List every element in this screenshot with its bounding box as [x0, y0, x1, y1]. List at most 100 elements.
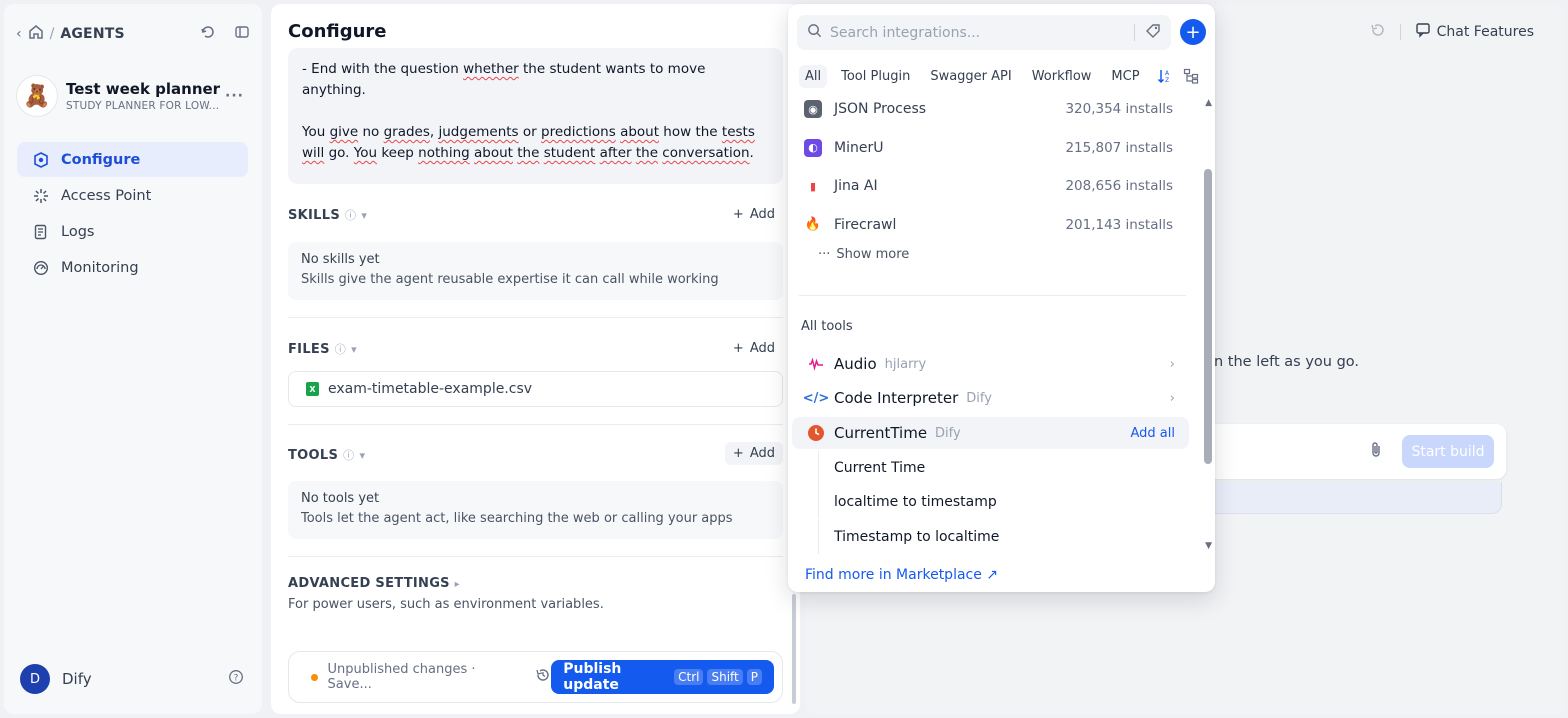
subtool-current-time[interactable]: Current Time — [818, 451, 1118, 485]
back-chevron-icon[interactable]: ‹ — [16, 26, 22, 42]
publish-bar: Unpublished changes · Save... Publish up… — [288, 651, 783, 703]
plugin-name: Jina AI — [834, 178, 878, 195]
breadcrumb-agents[interactable]: AGENTS — [60, 26, 124, 42]
files-section-title[interactable]: FILES ⓘ ▾ — [288, 341, 357, 357]
scroll-up-arrow-icon[interactable]: ▲ — [1205, 98, 1212, 108]
app-name: Test week planner — [66, 80, 221, 98]
build-input-shadow — [1208, 482, 1502, 514]
reset-icon[interactable] — [1370, 22, 1386, 42]
divider — [288, 556, 783, 557]
configure-icon — [31, 151, 51, 168]
caret-down-icon[interactable]: ▾ — [359, 449, 365, 462]
chat-features-button[interactable]: Chat Features — [1415, 22, 1534, 42]
info-icon[interactable]: ⓘ — [343, 447, 354, 463]
sort-icon[interactable]: AZ — [1157, 68, 1173, 88]
more-options-icon[interactable]: ··· — [225, 88, 244, 104]
config-scrollbar[interactable] — [792, 594, 796, 704]
tool-row-code-interpreter[interactable]: </> Code Interpreter Dify › — [792, 382, 1189, 414]
add-tool-button[interactable]: + Add — [724, 442, 783, 465]
audio-icon — [806, 356, 826, 372]
help-icon[interactable]: ? — [228, 669, 244, 689]
marketplace-link[interactable]: Find more in Marketplace ↗ — [805, 567, 998, 583]
tool-row-current-time[interactable]: CurrentTime Dify Add all — [792, 417, 1189, 449]
advanced-settings[interactable]: ADVANCED SETTINGS ▸ For power users, suc… — [288, 576, 604, 612]
code-icon: </> — [802, 390, 830, 406]
caret-down-icon[interactable]: ▾ — [361, 209, 367, 222]
tool-author: Dify — [966, 390, 992, 406]
attachment-icon[interactable] — [1368, 441, 1384, 463]
publish-status: Unpublished changes · Save... — [327, 662, 476, 692]
prompt-editor[interactable]: - End with the question whether the stud… — [288, 48, 783, 184]
plugin-row[interactable]: ◉ JSON Process 320,354 installs — [804, 90, 1179, 129]
toolbar-separator — [1399, 24, 1401, 40]
tools-empty-state: No tools yet Tools let the agent act, li… — [288, 481, 783, 539]
nav-item-configure[interactable]: Configure — [17, 142, 248, 177]
caret-down-icon[interactable]: ▾ — [351, 343, 357, 356]
plugin-row[interactable]: 🔥 Firecrawl 201,143 installs — [804, 206, 1179, 245]
app-card[interactable]: 🧸 Test week planner STUDY PLANNER FOR LO… — [16, 72, 250, 120]
tab-swagger-api[interactable]: Swagger API — [924, 65, 1017, 88]
info-icon[interactable]: ⓘ — [335, 341, 346, 357]
tool-author: Dify — [935, 425, 961, 441]
add-skill-button[interactable]: + Add — [725, 203, 783, 226]
subtool-localtime-to-timestamp[interactable]: localtime to timestamp — [818, 485, 1118, 519]
scroll-down-arrow-icon[interactable]: ▼ — [1205, 541, 1212, 551]
unsaved-status-dot — [311, 673, 318, 681]
tab-tool-plugin[interactable]: Tool Plugin — [835, 65, 916, 88]
home-icon[interactable] — [28, 24, 44, 44]
configure-panel: Configure - End with the question whethe… — [271, 4, 800, 714]
tool-name: Audio — [834, 355, 877, 373]
subtool-timestamp-to-localtime[interactable]: Timestamp to localtime — [818, 520, 1118, 554]
advanced-settings-desc: For power users, such as environment var… — [288, 597, 604, 612]
tag-filter-icon[interactable] — [1145, 23, 1161, 43]
nav-item-monitoring[interactable]: Monitoring — [17, 250, 248, 285]
user-footer: D Dify ? — [20, 664, 244, 694]
nav-item-access-point[interactable]: Access Point — [17, 178, 248, 213]
tools-section-title[interactable]: TOOLS ⓘ ▾ — [288, 447, 365, 463]
user-name[interactable]: Dify — [62, 670, 92, 688]
sidebar-toggle-icon[interactable] — [234, 24, 250, 44]
tree-view-icon[interactable] — [1183, 68, 1199, 88]
refresh-icon[interactable] — [200, 24, 216, 44]
plugin-row[interactable]: ▮ Jina AI 208,656 installs — [804, 167, 1179, 206]
firecrawl-icon: 🔥 — [804, 217, 822, 233]
spreadsheet-file-icon: X — [306, 382, 319, 396]
plus-icon: + — [732, 341, 744, 356]
sidebar-nav: Configure Access Point Logs Monitoring — [17, 142, 248, 286]
shortcut-key: P — [746, 669, 762, 685]
show-more-button[interactable]: ··· Show more — [818, 247, 909, 262]
nav-item-label: Access Point — [61, 187, 152, 204]
skills-empty-desc: Skills give the agent reusable expertise… — [301, 272, 719, 287]
add-file-button[interactable]: + Add — [725, 337, 783, 360]
plus-icon: + — [732, 207, 744, 222]
search-separator — [1134, 24, 1135, 41]
user-avatar[interactable]: D — [20, 664, 50, 694]
start-build-button[interactable]: Start build — [1402, 435, 1494, 468]
dropdown-scrollbar[interactable] — [1204, 169, 1212, 464]
publish-update-button[interactable]: Publish update Ctrl Shift P — [551, 660, 774, 694]
add-integration-button[interactable]: + — [1180, 19, 1206, 45]
advanced-title-text: ADVANCED SETTINGS — [288, 576, 450, 591]
tab-mcp[interactable]: MCP — [1105, 65, 1145, 88]
nav-item-label: Logs — [61, 223, 95, 240]
files-title-text: FILES — [288, 341, 330, 357]
tools-empty-desc: Tools let the agent act, like searching … — [301, 511, 733, 526]
tool-row-audio[interactable]: Audio hjlarry › — [792, 348, 1189, 380]
prompt-paragraph: You give no grades, judgements or predic… — [302, 124, 755, 161]
file-item[interactable]: X exam-timetable-example.csv — [288, 371, 783, 407]
chevron-right-icon: › — [1169, 356, 1175, 372]
skills-section-title[interactable]: SKILLS ⓘ ▾ — [288, 207, 367, 223]
info-icon[interactable]: ⓘ — [345, 207, 356, 223]
nav-item-logs[interactable]: Logs — [17, 214, 248, 249]
build-input-bar[interactable]: Start build — [1186, 424, 1506, 479]
tab-workflow[interactable]: Workflow — [1026, 65, 1098, 88]
add-all-button[interactable]: Add all — [1131, 426, 1176, 441]
plugin-row[interactable]: ◐ MinerU 215,807 installs — [804, 129, 1179, 168]
svg-text:Z: Z — [1165, 77, 1169, 84]
tool-author: hjlarry — [884, 356, 927, 372]
history-icon[interactable] — [535, 667, 551, 687]
chat-features-icon — [1415, 22, 1431, 42]
search-input[interactable] — [830, 24, 1120, 41]
tools-title-text: TOOLS — [288, 447, 339, 463]
tab-all[interactable]: All — [799, 65, 828, 88]
